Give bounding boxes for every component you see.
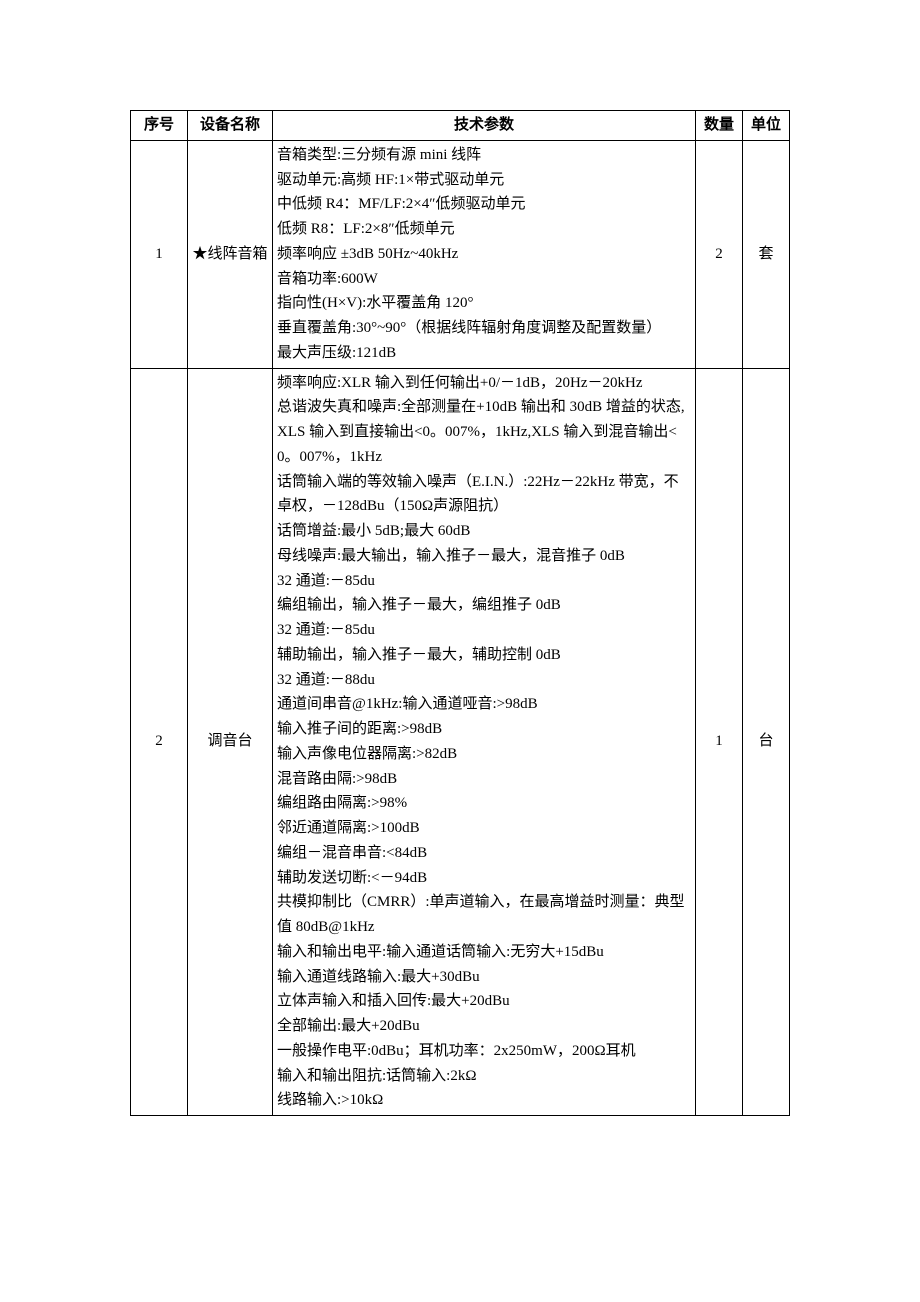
spec-line: 总谐波失真和噪声:全部测量在+10dB 输出和 30dB 增益的状态,XLS 输… [277, 395, 691, 469]
cell-index: 1 [131, 140, 188, 368]
spec-line: 辅助发送切断:<－94dB [277, 866, 691, 891]
spec-line: 频率响应 ±3dB 50Hz~40kHz [277, 242, 691, 267]
cell-qty: 2 [696, 140, 743, 368]
equipment-table: 序号 设备名称 技术参数 数量 单位 1★线阵音箱音箱类型:三分频有源 mini… [130, 110, 790, 1116]
spec-line: 输入和输出电平:输入通道话筒输入:无穷大+15dBu [277, 940, 691, 965]
cell-unit: 台 [743, 368, 790, 1116]
header-index: 序号 [131, 111, 188, 141]
header-name: 设备名称 [188, 111, 273, 141]
cell-name: ★线阵音箱 [188, 140, 273, 368]
spec-line: 指向性(H×V):水平覆盖角 120° [277, 291, 691, 316]
spec-line: 线路输入:>10kΩ [277, 1088, 691, 1113]
cell-spec: 频率响应:XLR 输入到任何输出+0/－1dB，20Hz－20kHz总谐波失真和… [273, 368, 696, 1116]
spec-line: 输入通道线路输入:最大+30dBu [277, 965, 691, 990]
spec-line: 一般操作电平:0dBu；耳机功率：2x250mW，200Ω耳机 [277, 1039, 691, 1064]
spec-line: 邻近通道隔离:>100dB [277, 816, 691, 841]
spec-line: 通道间串音@1kHz:输入通道哑音:>98dB [277, 692, 691, 717]
spec-line: 话筒输入端的等效输入噪声（E.I.N.）:22Hz－22kHz 带宽，不卓权，－… [277, 470, 691, 520]
table-row: 2调音台频率响应:XLR 输入到任何输出+0/－1dB，20Hz－20kHz总谐… [131, 368, 790, 1116]
header-unit: 单位 [743, 111, 790, 141]
spec-line: 编组路由隔离:>98% [277, 791, 691, 816]
cell-unit: 套 [743, 140, 790, 368]
cell-spec: 音箱类型:三分频有源 mini 线阵驱动单元:高频 HF:1×带式驱动单元中低频… [273, 140, 696, 368]
spec-line: 音箱类型:三分频有源 mini 线阵 [277, 143, 691, 168]
spec-line: 32 通道:－85du [277, 569, 691, 594]
spec-line: 立体声输入和插入回传:最大+20dBu [277, 989, 691, 1014]
spec-line: 32 通道:－85du [277, 618, 691, 643]
spec-line: 32 通道:－88du [277, 668, 691, 693]
spec-line: 最大声压级:121dB [277, 341, 691, 366]
table-header-row: 序号 设备名称 技术参数 数量 单位 [131, 111, 790, 141]
spec-line: 话筒增益:最小 5dB;最大 60dB [277, 519, 691, 544]
spec-line: 编组输出，输入推子－最大，编组推子 0dB [277, 593, 691, 618]
spec-line: 输入声像电位器隔离:>82dB [277, 742, 691, 767]
spec-line: 频率响应:XLR 输入到任何输出+0/－1dB，20Hz－20kHz [277, 371, 691, 396]
cell-qty: 1 [696, 368, 743, 1116]
spec-line: 编组－混音串音:<84dB [277, 841, 691, 866]
spec-line: 输入和输出阻抗:话筒输入:2kΩ [277, 1064, 691, 1089]
cell-name: 调音台 [188, 368, 273, 1116]
spec-line: 混音路由隔:>98dB [277, 767, 691, 792]
spec-line: 音箱功率:600W [277, 267, 691, 292]
spec-line: 驱动单元:高频 HF:1×带式驱动单元 [277, 168, 691, 193]
spec-line: 垂直覆盖角:30°~90°（根据线阵辐射角度调整及配置数量） [277, 316, 691, 341]
spec-line: 输入推子间的距离:>98dB [277, 717, 691, 742]
header-spec: 技术参数 [273, 111, 696, 141]
spec-line: 中低频 R4：MF/LF:2×4″低频驱动单元 [277, 192, 691, 217]
spec-line: 共模抑制比（CMRR）:单声道输入，在最高增益时测量：典型值 80dB@1kHz [277, 890, 691, 940]
header-qty: 数量 [696, 111, 743, 141]
table-row: 1★线阵音箱音箱类型:三分频有源 mini 线阵驱动单元:高频 HF:1×带式驱… [131, 140, 790, 368]
spec-line: 低频 R8：LF:2×8″低频单元 [277, 217, 691, 242]
spec-line: 辅助输出，输入推子－最大，辅助控制 0dB [277, 643, 691, 668]
spec-line: 母线噪声:最大输出，输入推子－最大，混音推子 0dB [277, 544, 691, 569]
spec-line: 全部输出:最大+20dBu [277, 1014, 691, 1039]
cell-index: 2 [131, 368, 188, 1116]
